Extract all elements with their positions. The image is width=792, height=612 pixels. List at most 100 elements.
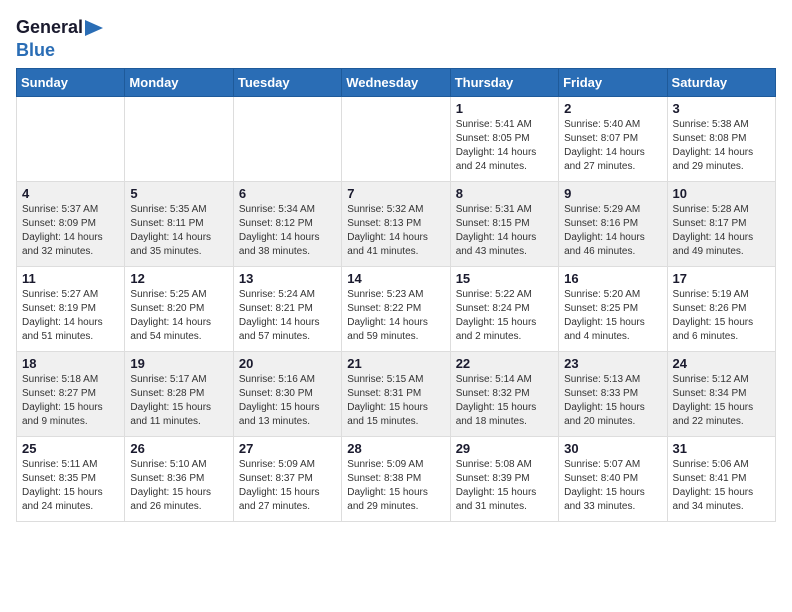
day-info: Sunrise: 5:15 AMSunset: 8:31 PMDaylight:… xyxy=(347,373,444,429)
day-number: 20 xyxy=(239,356,336,371)
day-info: Sunrise: 5:25 AMSunset: 8:20 PMDaylight:… xyxy=(130,288,227,344)
day-info: Sunrise: 5:40 AMSunset: 8:07 PMDaylight:… xyxy=(564,118,661,174)
calendar-cell: 27 Sunrise: 5:09 AMSunset: 8:37 PMDayligh… xyxy=(233,437,341,522)
calendar-cell: 6 Sunrise: 5:34 AMSunset: 8:12 PMDaylight… xyxy=(233,182,341,267)
calendar-cell: 11 Sunrise: 5:27 AMSunset: 8:19 PMDayligh… xyxy=(17,267,125,352)
day-number: 9 xyxy=(564,186,661,201)
calendar-cell xyxy=(342,97,450,182)
day-info: Sunrise: 5:31 AMSunset: 8:15 PMDaylight:… xyxy=(456,203,553,259)
calendar-cell xyxy=(233,97,341,182)
day-number: 12 xyxy=(130,271,227,286)
day-number: 4 xyxy=(22,186,119,201)
day-number: 31 xyxy=(673,441,770,456)
day-number: 2 xyxy=(564,101,661,116)
day-info: Sunrise: 5:07 AMSunset: 8:40 PMDaylight:… xyxy=(564,458,661,514)
weekday-header-row: SundayMondayTuesdayWednesdayThursdayFrid… xyxy=(17,69,776,97)
day-info: Sunrise: 5:13 AMSunset: 8:33 PMDaylight:… xyxy=(564,373,661,429)
calendar-cell xyxy=(17,97,125,182)
day-number: 29 xyxy=(456,441,553,456)
calendar-cell: 9 Sunrise: 5:29 AMSunset: 8:16 PMDaylight… xyxy=(559,182,667,267)
calendar-cell: 1 Sunrise: 5:41 AMSunset: 8:05 PMDaylight… xyxy=(450,97,558,182)
calendar-cell: 21 Sunrise: 5:15 AMSunset: 8:31 PMDayligh… xyxy=(342,352,450,437)
day-info: Sunrise: 5:18 AMSunset: 8:27 PMDaylight:… xyxy=(22,373,119,429)
weekday-header-tuesday: Tuesday xyxy=(233,69,341,97)
calendar-cell: 10Sunrise: 5:28 AMSunset: 8:17 PMDayligh… xyxy=(667,182,775,267)
calendar-cell: 13 Sunrise: 5:24 AMSunset: 8:21 PMDayligh… xyxy=(233,267,341,352)
calendar-cell: 2 Sunrise: 5:40 AMSunset: 8:07 PMDaylight… xyxy=(559,97,667,182)
day-number: 27 xyxy=(239,441,336,456)
calendar-cell: 22Sunrise: 5:14 AMSunset: 8:32 PMDayligh… xyxy=(450,352,558,437)
calendar-cell: 23 Sunrise: 5:13 AMSunset: 8:33 PMDayligh… xyxy=(559,352,667,437)
day-info: Sunrise: 5:19 AMSunset: 8:26 PMDaylight:… xyxy=(673,288,770,344)
day-info: Sunrise: 5:37 AMSunset: 8:09 PMDaylight:… xyxy=(22,203,119,259)
weekday-header-saturday: Saturday xyxy=(667,69,775,97)
day-number: 5 xyxy=(130,186,227,201)
calendar-cell: 7 Sunrise: 5:32 AMSunset: 8:13 PMDaylight… xyxy=(342,182,450,267)
day-number: 19 xyxy=(130,356,227,371)
day-info: Sunrise: 5:17 AMSunset: 8:28 PMDaylight:… xyxy=(130,373,227,429)
day-number: 23 xyxy=(564,356,661,371)
day-number: 17 xyxy=(673,271,770,286)
page-header: General Blue xyxy=(16,16,776,60)
logo: General Blue xyxy=(16,16,103,60)
calendar-cell: 28Sunrise: 5:09 AMSunset: 8:38 PMDayligh… xyxy=(342,437,450,522)
calendar-week-row: 1 Sunrise: 5:41 AMSunset: 8:05 PMDaylight… xyxy=(17,97,776,182)
day-info: Sunrise: 5:11 AMSunset: 8:35 PMDaylight:… xyxy=(22,458,119,514)
day-info: Sunrise: 5:08 AMSunset: 8:39 PMDaylight:… xyxy=(456,458,553,514)
day-info: Sunrise: 5:24 AMSunset: 8:21 PMDaylight:… xyxy=(239,288,336,344)
day-number: 11 xyxy=(22,271,119,286)
calendar-cell: 3Sunrise: 5:38 AMSunset: 8:08 PMDaylight… xyxy=(667,97,775,182)
day-number: 13 xyxy=(239,271,336,286)
day-info: Sunrise: 5:22 AMSunset: 8:24 PMDaylight:… xyxy=(456,288,553,344)
day-info: Sunrise: 5:32 AMSunset: 8:13 PMDaylight:… xyxy=(347,203,444,259)
day-number: 21 xyxy=(347,356,444,371)
calendar-cell: 4 Sunrise: 5:37 AMSunset: 8:09 PMDaylight… xyxy=(17,182,125,267)
day-info: Sunrise: 5:06 AMSunset: 8:41 PMDaylight:… xyxy=(673,458,770,514)
calendar-cell: 30 Sunrise: 5:07 AMSunset: 8:40 PMDayligh… xyxy=(559,437,667,522)
day-info: Sunrise: 5:12 AMSunset: 8:34 PMDaylight:… xyxy=(673,373,770,429)
day-info: Sunrise: 5:38 AMSunset: 8:08 PMDaylight:… xyxy=(673,118,770,174)
day-info: Sunrise: 5:09 AMSunset: 8:37 PMDaylight:… xyxy=(239,458,336,514)
weekday-header-friday: Friday xyxy=(559,69,667,97)
calendar-cell: 8 Sunrise: 5:31 AMSunset: 8:15 PMDaylight… xyxy=(450,182,558,267)
day-number: 25 xyxy=(22,441,119,456)
day-number: 26 xyxy=(130,441,227,456)
day-info: Sunrise: 5:27 AMSunset: 8:19 PMDaylight:… xyxy=(22,288,119,344)
weekday-header-thursday: Thursday xyxy=(450,69,558,97)
calendar-cell xyxy=(125,97,233,182)
day-info: Sunrise: 5:41 AMSunset: 8:05 PMDaylight:… xyxy=(456,118,553,174)
calendar-cell: 17 Sunrise: 5:19 AMSunset: 8:26 PMDayligh… xyxy=(667,267,775,352)
day-info: Sunrise: 5:23 AMSunset: 8:22 PMDaylight:… xyxy=(347,288,444,344)
day-number: 30 xyxy=(564,441,661,456)
day-number: 1 xyxy=(456,101,553,116)
logo-blue: Blue xyxy=(16,40,55,60)
calendar-table: SundayMondayTuesdayWednesdayThursdayFrid… xyxy=(16,68,776,522)
day-number: 7 xyxy=(347,186,444,201)
calendar-cell: 20 Sunrise: 5:16 AMSunset: 8:30 PMDayligh… xyxy=(233,352,341,437)
calendar-cell: 16 Sunrise: 5:20 AMSunset: 8:25 PMDayligh… xyxy=(559,267,667,352)
day-info: Sunrise: 5:34 AMSunset: 8:12 PMDaylight:… xyxy=(239,203,336,259)
calendar-cell: 12 Sunrise: 5:25 AMSunset: 8:20 PMDayligh… xyxy=(125,267,233,352)
day-number: 18 xyxy=(22,356,119,371)
day-info: Sunrise: 5:14 AMSunset: 8:32 PMDaylight:… xyxy=(456,373,553,429)
calendar-cell: 14Sunrise: 5:23 AMSunset: 8:22 PMDayligh… xyxy=(342,267,450,352)
logo-arrow-icon xyxy=(85,20,103,36)
day-info: Sunrise: 5:16 AMSunset: 8:30 PMDaylight:… xyxy=(239,373,336,429)
calendar-week-row: 18 Sunrise: 5:18 AMSunset: 8:27 PMDayligh… xyxy=(17,352,776,437)
calendar-cell: 5 Sunrise: 5:35 AMSunset: 8:11 PMDaylight… xyxy=(125,182,233,267)
day-number: 15 xyxy=(456,271,553,286)
day-number: 16 xyxy=(564,271,661,286)
calendar-cell: 25 Sunrise: 5:11 AMSunset: 8:35 PMDayligh… xyxy=(17,437,125,522)
day-info: Sunrise: 5:20 AMSunset: 8:25 PMDaylight:… xyxy=(564,288,661,344)
day-info: Sunrise: 5:10 AMSunset: 8:36 PMDaylight:… xyxy=(130,458,227,514)
day-number: 10 xyxy=(673,186,770,201)
calendar-cell: 31 Sunrise: 5:06 AMSunset: 8:41 PMDayligh… xyxy=(667,437,775,522)
logo-general: General xyxy=(16,18,83,38)
day-info: Sunrise: 5:29 AMSunset: 8:16 PMDaylight:… xyxy=(564,203,661,259)
day-number: 6 xyxy=(239,186,336,201)
day-number: 24 xyxy=(673,356,770,371)
day-info: Sunrise: 5:35 AMSunset: 8:11 PMDaylight:… xyxy=(130,203,227,259)
weekday-header-wednesday: Wednesday xyxy=(342,69,450,97)
day-number: 8 xyxy=(456,186,553,201)
calendar-week-row: 11 Sunrise: 5:27 AMSunset: 8:19 PMDayligh… xyxy=(17,267,776,352)
